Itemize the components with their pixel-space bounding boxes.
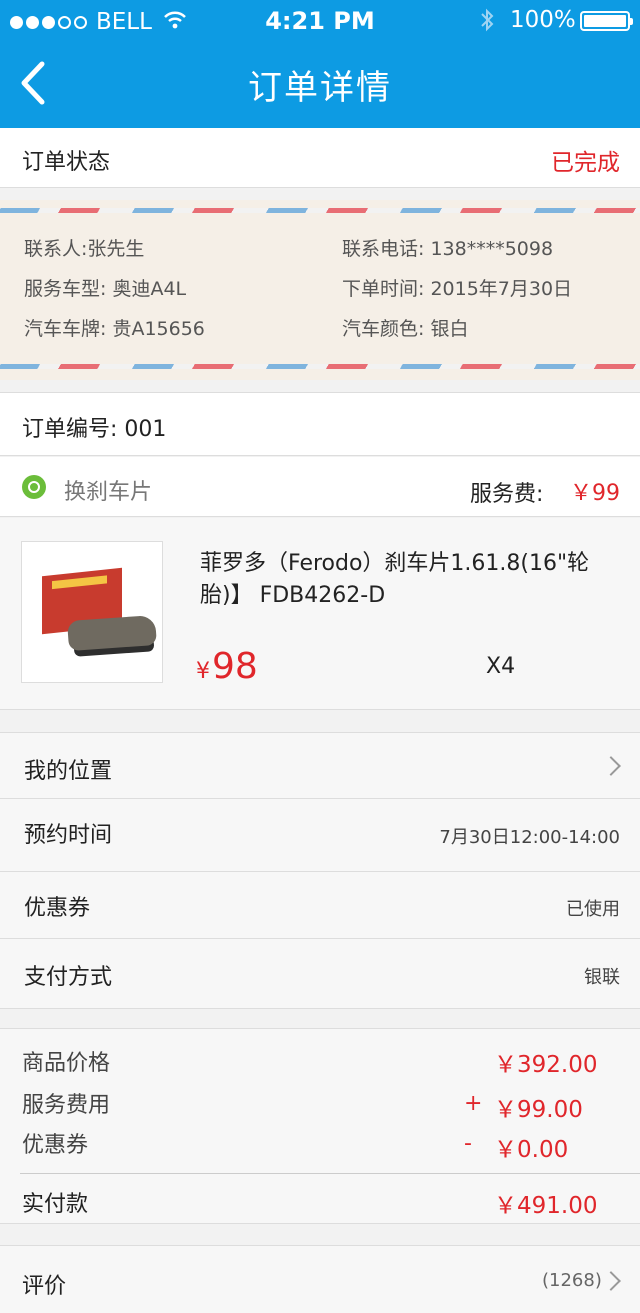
service-fee-label: 服务费: (470, 482, 544, 507)
contact-name: 联系人:张先生 (24, 238, 145, 260)
goods-price-label: 商品价格 (22, 1051, 111, 1076)
location-label: 我的位置 (24, 759, 113, 784)
order-time: 下单时间: 2015年7月30日 (342, 278, 573, 300)
contact-card: 联系人:张先生 联系电话: 138****5098 服务车型: 奥迪A4L 下单… (0, 200, 640, 380)
product-item[interactable]: 菲罗多（Ferodo）刹车片1.61.8(16"轮胎)】 FDB4262-D ¥… (0, 518, 640, 710)
brake-disc-icon (22, 475, 46, 499)
goods-price-value: ￥392.00 (494, 1052, 598, 1078)
review-row[interactable]: 评价 (1268) (0, 1245, 640, 1313)
service-cost-value: ￥99.00 (494, 1097, 583, 1123)
total-paid-label: 实付款 (22, 1192, 89, 1217)
coupon-value: 已使用 (566, 899, 620, 920)
car-color: 汽车颜色: 银白 (342, 318, 469, 340)
product-image (21, 541, 163, 683)
payment-label: 支付方式 (24, 965, 113, 990)
coupon-discount-value: ￥0.00 (494, 1137, 569, 1163)
car-model: 服务车型: 奥迪A4L (24, 278, 187, 300)
coupon-label: 优惠券 (24, 896, 91, 921)
order-status-label: 订单状态 (22, 150, 111, 175)
service-row: 换刹车片 服务费: ￥99 (0, 457, 640, 517)
service-fee-value: ￥99 (570, 481, 620, 506)
envelope-stripe-top (0, 208, 640, 213)
appointment-label: 预约时间 (24, 823, 113, 848)
bluetooth-icon (480, 8, 494, 38)
price-value: 98 (212, 646, 258, 687)
service-cost-label: 服务费用 (22, 1093, 111, 1118)
chevron-right-icon (601, 1271, 621, 1291)
contact-phone: 联系电话: 138****5098 (342, 238, 554, 260)
payment-row[interactable]: 支付方式 银联 (0, 939, 640, 1009)
divider (20, 1173, 640, 1174)
coupon-row[interactable]: 优惠券 已使用 (0, 872, 640, 939)
order-status-row: 订单状态 已完成 (0, 128, 640, 188)
plus-sign: + (464, 1091, 483, 1116)
order-number-row: 订单编号: 001 (0, 392, 640, 456)
payment-value: 银联 (584, 967, 620, 988)
total-paid-value: ￥491.00 (494, 1193, 598, 1219)
top-bar: BELL 4:21 PM 100% 订单详情 (0, 0, 640, 128)
chevron-right-icon (601, 756, 621, 776)
product-quantity: X4 (486, 654, 516, 679)
currency-symbol: ¥ (196, 659, 210, 684)
appointment-value: 7月30日12:00-14:00 (439, 827, 620, 848)
location-row[interactable]: 我的位置 (0, 732, 640, 799)
car-plate: 汽车车牌: 贵A15656 (24, 318, 205, 340)
product-price: ¥98 (196, 646, 258, 687)
service-name: 换刹车片 (64, 480, 153, 505)
minus-sign: - (464, 1131, 472, 1156)
brake-pad-graphic (67, 614, 157, 652)
status-bar: BELL 4:21 PM 100% (0, 0, 640, 40)
order-status-value: 已完成 (551, 150, 620, 176)
product-name: 菲罗多（Ferodo）刹车片1.61.8(16"轮胎)】 FDB4262-D (200, 551, 590, 608)
envelope-stripe-bottom (0, 364, 640, 369)
review-label: 评价 (22, 1274, 67, 1299)
page-title: 订单详情 (248, 68, 392, 108)
battery-icon (580, 11, 633, 31)
review-count: (1268) (542, 1270, 602, 1291)
coupon-discount-label: 优惠券 (22, 1133, 89, 1158)
order-number: 订单编号: 001 (22, 417, 167, 442)
battery-percent: 100% (510, 7, 576, 33)
price-summary: 商品价格 ￥392.00 服务费用 + ￥99.00 优惠券 - ￥0.00 实… (0, 1028, 640, 1224)
appointment-row[interactable]: 预约时间 7月30日12:00-14:00 (0, 799, 640, 872)
